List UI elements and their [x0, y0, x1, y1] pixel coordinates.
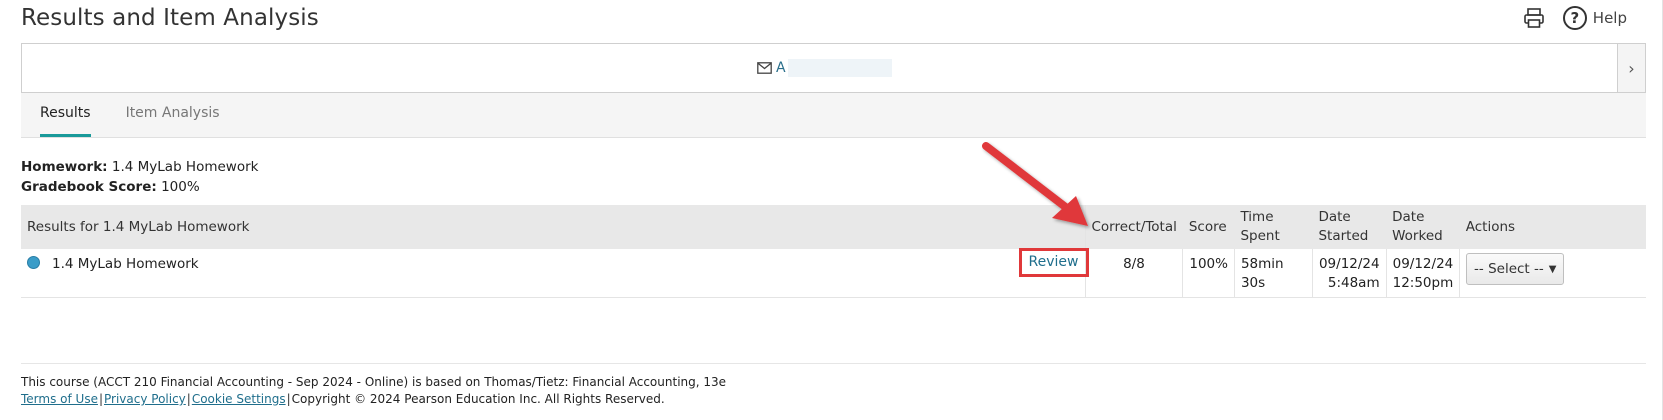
cell-actions: -- Select -- ▼: [1459, 249, 1646, 298]
cell-date-started: 09/12/24 5:48am: [1311, 249, 1387, 298]
status-dot-icon: [27, 256, 40, 269]
course-info: This course (ACCT 210 Financial Accounti…: [21, 375, 727, 389]
header-actions: Actions: [1459, 205, 1646, 249]
gradebook-score-line: Gradebook Score: 100%: [21, 177, 258, 197]
footer: This course (ACCT 210 Financial Accounti…: [21, 374, 726, 408]
gradebook-score-value: 100%: [161, 179, 200, 195]
tab-bar: Results Item Analysis: [21, 93, 1646, 138]
top-tools: ? Help: [1523, 6, 1627, 30]
table-header-row: Results for 1.4 MyLab Homework Correct/T…: [21, 205, 1646, 249]
terms-link[interactable]: Terms of Use: [21, 392, 98, 406]
footer-divider: [21, 363, 1646, 364]
cell-date-worked: 09/12/24 12:50pm: [1385, 249, 1460, 298]
footer-links: Terms of Use|Privacy Policy|Cookie Setti…: [21, 392, 665, 406]
chevron-right-icon: ›: [1628, 58, 1635, 78]
help-icon: ?: [1562, 6, 1587, 30]
header-time-spent: Time Spent: [1234, 205, 1313, 249]
homework-name: 1.4 MyLab Homework: [52, 256, 199, 272]
copyright-text: Copyright © 2024 Pearson Education Inc. …: [291, 392, 665, 406]
header-date-started: Date Started: [1312, 205, 1387, 249]
help-label: Help: [1592, 9, 1627, 27]
homework-line: Homework: 1.4 MyLab Homework: [21, 157, 258, 177]
cell-correct-total: 8/8: [1084, 249, 1183, 298]
review-link[interactable]: Review: [1029, 254, 1079, 270]
redacted-email: [787, 59, 892, 77]
student-email[interactable]: A: [757, 59, 892, 77]
tab-results[interactable]: Results: [40, 93, 91, 137]
review-highlight-box: Review: [1018, 248, 1089, 277]
tab-item-analysis[interactable]: Item Analysis: [126, 93, 220, 137]
results-table: Results for 1.4 MyLab Homework Correct/T…: [21, 205, 1646, 298]
cell-score: 100%: [1182, 249, 1235, 298]
cell-time-spent: 58min 30s: [1233, 249, 1313, 298]
cookie-settings-link[interactable]: Cookie Settings: [192, 392, 286, 406]
header-score: Score: [1182, 205, 1235, 249]
printer-icon[interactable]: [1523, 7, 1545, 29]
homework-label: Homework:: [21, 159, 108, 175]
privacy-link[interactable]: Privacy Policy: [104, 392, 186, 406]
header-date-worked: Date Worked: [1386, 205, 1460, 249]
homework-value: 1.4 MyLab Homework: [111, 159, 259, 175]
student-bar: A ›: [21, 43, 1646, 93]
annotation-arrow-icon: [982, 142, 1088, 226]
actions-select-value: -- Select --: [1474, 260, 1544, 277]
table-row: 1.4 MyLab Homework Review 8/8 100% 58min…: [21, 248, 1646, 298]
gradebook-score-label: Gradebook Score:: [21, 179, 157, 195]
next-student-button[interactable]: ›: [1617, 44, 1645, 92]
assignment-summary: Homework: 1.4 MyLab Homework Gradebook S…: [21, 157, 258, 197]
page-title: Results and Item Analysis: [21, 5, 319, 31]
chevron-down-icon: ▼: [1548, 263, 1557, 275]
header-results: Results for 1.4 MyLab Homework: [21, 205, 1085, 249]
cell-homework-name: 1.4 MyLab Homework Review: [21, 248, 1089, 298]
mail-icon: [757, 62, 772, 74]
student-email-text: A: [776, 60, 786, 76]
help-button[interactable]: ? Help: [1562, 6, 1627, 30]
actions-select[interactable]: -- Select -- ▼: [1466, 253, 1565, 285]
